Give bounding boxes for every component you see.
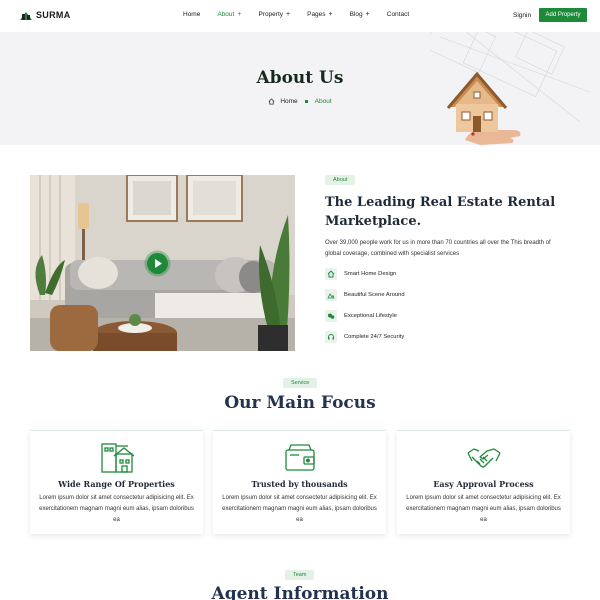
breadcrumb-current: About [314, 98, 332, 105]
about-video[interactable] [30, 175, 295, 351]
service-title: Our Main Focus [224, 393, 376, 413]
service-card: Wide Range Of Properties Lorem ipsum dol… [30, 430, 203, 534]
nav-label: Pages [307, 11, 326, 18]
site-header: SURMA Home About + Property + Pages + Blog +… [0, 0, 600, 32]
page-title: About Us [256, 68, 344, 88]
home-icon [325, 268, 337, 280]
logo[interactable]: SURMA [20, 9, 71, 21]
service-card-description: Lorem ipsum dolor sit amet consectetur a… [222, 495, 377, 523]
team-tag: Team [285, 570, 315, 580]
nav-item-property[interactable]: Property + [258, 10, 291, 19]
plus-icon: + [328, 10, 333, 18]
wallet-icon [285, 444, 315, 471]
service-card-title: Wide Range Of Properties [58, 479, 175, 489]
nav-label: Blog [349, 11, 363, 18]
plus-icon: + [237, 10, 242, 18]
nav-item-about[interactable]: About + [217, 10, 242, 19]
feature-label: Exceptional Lifestyle [344, 313, 397, 319]
feature-item: Smart Home Design [325, 268, 396, 280]
nav-item-blog[interactable]: Blog + [349, 10, 370, 19]
service-card: Easy Approval Process Lorem ipsum dolor … [397, 430, 570, 534]
about-title: The Leading Real Estate Rental Marketpla… [325, 195, 556, 229]
nav-item-home[interactable]: Home [183, 11, 200, 18]
service-tag: Service [283, 378, 318, 388]
service-card-description: Lorem ipsum dolor sit amet consectetur a… [406, 495, 561, 523]
nav-label: Property [258, 11, 284, 18]
landscape-icon [325, 289, 337, 301]
plus-icon: + [286, 10, 291, 18]
breadcrumb-separator [304, 100, 308, 103]
headset-icon [325, 331, 337, 343]
breadcrumb: Home About [0, 98, 600, 105]
page-hero: About Us Home About [0, 32, 600, 145]
logo-icon [20, 12, 32, 20]
service-card-description: Lorem ipsum dolor sit amet consectetur a… [39, 495, 194, 523]
signin-link[interactable]: Signin [513, 12, 531, 19]
home-icon [268, 98, 275, 105]
feature-item: Exceptional Lifestyle [325, 310, 397, 322]
about-description: Over 39,000 people work for us in more t… [325, 240, 551, 257]
nav-label: About [217, 11, 235, 18]
breadcrumb-home[interactable]: Home [280, 98, 297, 105]
handshake-icon [467, 448, 501, 468]
service-card: Trusted by thousands Lorem ipsum dolor s… [213, 430, 386, 534]
nav-item-contact[interactable]: Contact [387, 11, 409, 18]
nav-label: Home [183, 11, 201, 18]
nav-item-pages[interactable]: Pages + [307, 10, 333, 19]
feature-label: Complete 24/7 Security [344, 334, 405, 340]
service-card-title: Trusted by thousands [251, 479, 348, 489]
feature-label: Beautiful Scene Around [344, 292, 405, 298]
buildings-icon [101, 443, 134, 473]
feature-item: Complete 24/7 Security [325, 331, 404, 343]
about-tag: About [325, 175, 356, 185]
add-property-button[interactable]: Add Property [539, 8, 587, 22]
main-nav: Home About + Property + Pages + Blog + Conta… [183, 10, 426, 19]
nav-label: Contact [386, 11, 410, 18]
feature-item: Beautiful Scene Around [325, 289, 405, 301]
feature-label: Smart Home Design [344, 271, 397, 277]
team-title: Agent Information [211, 584, 389, 600]
plus-icon: + [365, 10, 370, 18]
house-in-hand-image [430, 32, 591, 145]
lifestyle-icon [325, 310, 337, 322]
service-card-title: Easy Approval Process [433, 479, 534, 489]
logo-text: SURMA [36, 10, 71, 20]
play-icon[interactable] [144, 250, 171, 277]
